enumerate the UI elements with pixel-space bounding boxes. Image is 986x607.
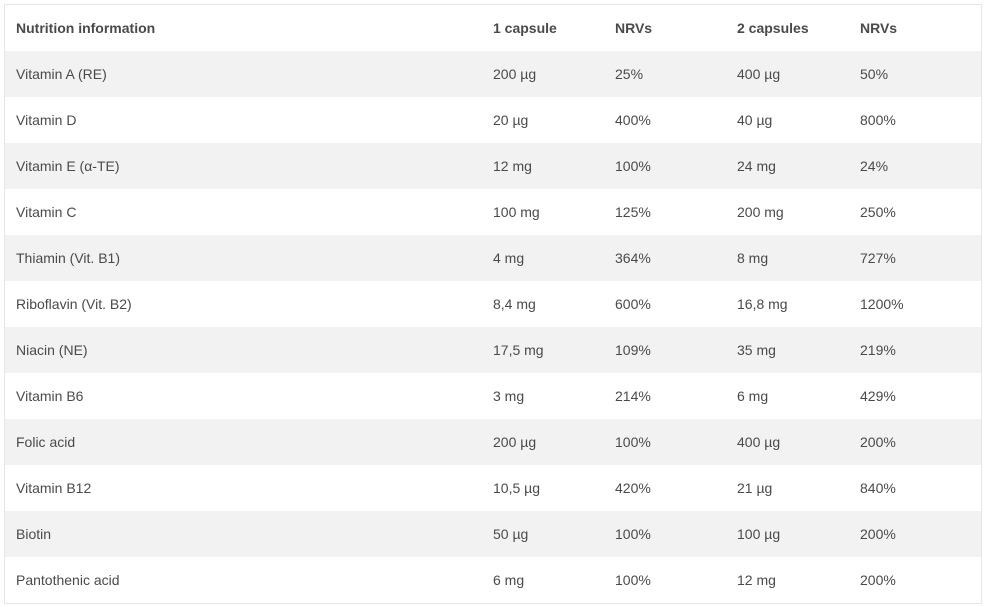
table-row: Vitamin E (α-TE) 12 mg 100% 24 mg 24% bbox=[5, 143, 981, 189]
two-capsules-nrv-cell: 727% bbox=[860, 250, 896, 266]
two-capsules-amount-cell: 16,8 mg bbox=[737, 296, 788, 312]
table-row: Vitamin B6 3 mg 214% 6 mg 429% bbox=[5, 373, 981, 419]
nutrient-name-cell: Vitamin C bbox=[16, 204, 77, 220]
nutrient-name-cell: Vitamin D bbox=[16, 112, 77, 128]
two-capsules-amount-cell: 8 mg bbox=[737, 250, 769, 266]
table-row: Vitamin D 20 µg 400% 40 µg 800% bbox=[5, 97, 981, 143]
one-capsule-nrv-cell: 214% bbox=[615, 388, 651, 404]
column-header-1-capsule: 1 capsule bbox=[493, 20, 557, 36]
one-capsule-amount-cell: 6 mg bbox=[493, 572, 525, 588]
two-capsules-amount-cell: 200 mg bbox=[737, 204, 784, 220]
one-capsule-nrv-cell: 100% bbox=[615, 158, 651, 174]
one-capsule-nrv-cell: 100% bbox=[615, 526, 651, 542]
two-capsules-nrv-cell: 24% bbox=[860, 158, 889, 174]
two-capsules-amount-cell: 40 µg bbox=[737, 112, 773, 128]
table-header: Nutrition information 1 capsule NRVs 2 c… bbox=[5, 5, 981, 51]
table-row: Biotin 50 µg 100% 100 µg 200% bbox=[5, 511, 981, 557]
one-capsule-nrv-cell: 600% bbox=[615, 296, 651, 312]
nutrient-name-cell: Vitamin E (α-TE) bbox=[16, 158, 120, 174]
one-capsule-amount-cell: 200 µg bbox=[493, 66, 537, 82]
table-row: Vitamin A (RE) 200 µg 25% 400 µg 50% bbox=[5, 51, 981, 97]
table-row: Vitamin C 100 mg 125% 200 mg 250% bbox=[5, 189, 981, 235]
table-row: Riboflavin (Vit. B2) 8,4 mg 600% 16,8 mg 120… bbox=[5, 281, 981, 327]
one-capsule-amount-cell: 20 µg bbox=[493, 112, 529, 128]
header-row: Nutrition information 1 capsule NRVs 2 c… bbox=[5, 5, 981, 51]
one-capsule-amount-cell: 200 µg bbox=[493, 434, 537, 450]
nutrient-name-cell: Niacin (NE) bbox=[16, 342, 88, 358]
two-capsules-amount-cell: 100 µg bbox=[737, 526, 781, 542]
nutrient-name-cell: Thiamin (Vit. B1) bbox=[16, 250, 120, 266]
table-row: Pantothenic acid 6 mg 100% 12 mg 200% bbox=[5, 557, 981, 603]
nutrient-name-cell: Vitamin B12 bbox=[16, 480, 92, 496]
nutrient-name-cell: Riboflavin (Vit. B2) bbox=[16, 296, 132, 312]
two-capsules-nrv-cell: 200% bbox=[860, 434, 896, 450]
two-capsules-nrv-cell: 200% bbox=[860, 572, 896, 588]
two-capsules-amount-cell: 35 mg bbox=[737, 342, 776, 358]
one-capsule-amount-cell: 4 mg bbox=[493, 250, 525, 266]
one-capsule-nrv-cell: 100% bbox=[615, 572, 651, 588]
two-capsules-nrv-cell: 800% bbox=[860, 112, 896, 128]
one-capsule-amount-cell: 100 mg bbox=[493, 204, 540, 220]
nutrient-name-cell: Vitamin A (RE) bbox=[16, 66, 107, 82]
one-capsule-amount-cell: 12 mg bbox=[493, 158, 532, 174]
two-capsules-nrv-cell: 1200% bbox=[860, 296, 904, 312]
two-capsules-nrv-cell: 50% bbox=[860, 66, 889, 82]
table-row: Folic acid 200 µg 100% 400 µg 200% bbox=[5, 419, 981, 465]
nutrient-name-cell: Folic acid bbox=[16, 434, 76, 450]
one-capsule-nrv-cell: 364% bbox=[615, 250, 651, 266]
one-capsule-amount-cell: 8,4 mg bbox=[493, 296, 536, 312]
one-capsule-nrv-cell: 109% bbox=[615, 342, 651, 358]
one-capsule-nrv-cell: 100% bbox=[615, 434, 651, 450]
nutrition-table-container: Nutrition information 1 capsule NRVs 2 c… bbox=[4, 4, 982, 604]
one-capsule-nrv-cell: 420% bbox=[615, 480, 651, 496]
nutrient-name-cell: Vitamin B6 bbox=[16, 388, 84, 404]
table-row: Vitamin B12 10,5 µg 420% 21 µg 840% bbox=[5, 465, 981, 511]
nutrient-name-cell: Pantothenic acid bbox=[16, 572, 120, 588]
one-capsule-nrv-cell: 400% bbox=[615, 112, 651, 128]
one-capsule-nrv-cell: 125% bbox=[615, 204, 651, 220]
table-row: Thiamin (Vit. B1) 4 mg 364% 8 mg 727% bbox=[5, 235, 981, 281]
table-row: Niacin (NE) 17,5 mg 109% 35 mg 219% bbox=[5, 327, 981, 373]
one-capsule-amount-cell: 17,5 mg bbox=[493, 342, 544, 358]
two-capsules-amount-cell: 6 mg bbox=[737, 388, 769, 404]
two-capsules-amount-cell: 24 mg bbox=[737, 158, 776, 174]
two-capsules-amount-cell: 21 µg bbox=[737, 480, 773, 496]
one-capsule-amount-cell: 50 µg bbox=[493, 526, 529, 542]
table-body: Vitamin A (RE) 200 µg 25% 400 µg 50% Vitamin … bbox=[5, 51, 981, 603]
two-capsules-nrv-cell: 429% bbox=[860, 388, 896, 404]
column-header-nrv-2: NRVs bbox=[860, 20, 898, 36]
column-header-2-capsules: 2 capsules bbox=[737, 20, 809, 36]
two-capsules-nrv-cell: 840% bbox=[860, 480, 896, 496]
one-capsule-amount-cell: 10,5 µg bbox=[493, 480, 540, 496]
two-capsules-amount-cell: 12 mg bbox=[737, 572, 776, 588]
one-capsule-nrv-cell: 25% bbox=[615, 66, 644, 82]
two-capsules-nrv-cell: 219% bbox=[860, 342, 896, 358]
column-header-nutrient: Nutrition information bbox=[16, 20, 156, 36]
two-capsules-nrv-cell: 250% bbox=[860, 204, 896, 220]
two-capsules-amount-cell: 400 µg bbox=[737, 66, 781, 82]
column-header-nrv-1: NRVs bbox=[615, 20, 653, 36]
nutrition-table: Nutrition information 1 capsule NRVs 2 c… bbox=[5, 5, 981, 603]
one-capsule-amount-cell: 3 mg bbox=[493, 388, 525, 404]
two-capsules-nrv-cell: 200% bbox=[860, 526, 896, 542]
nutrient-name-cell: Biotin bbox=[16, 526, 52, 542]
two-capsules-amount-cell: 400 µg bbox=[737, 434, 781, 450]
